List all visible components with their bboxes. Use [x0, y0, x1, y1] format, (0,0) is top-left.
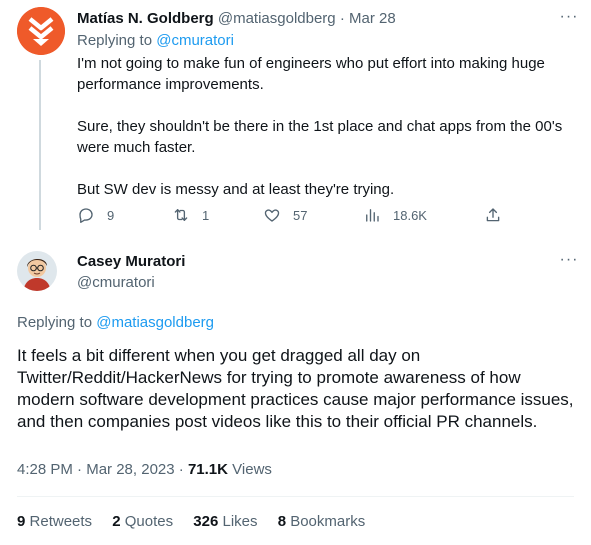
separator: ·: [178, 461, 184, 478]
views-label: Views: [232, 461, 272, 478]
divider: [17, 496, 574, 497]
views-button[interactable]: 18.6K: [363, 204, 427, 226]
author-name[interactable]: Matías N. Goldberg: [77, 10, 214, 27]
tweet-text: It feels a bit different when you get dr…: [17, 346, 574, 431]
views-icon: [366, 209, 379, 222]
replying-to: Replying to @cmuratori: [77, 31, 234, 51]
replying-prefix: Replying to: [77, 32, 153, 49]
retweets-label: Retweets: [29, 513, 93, 530]
more-icon[interactable]: ···: [559, 9, 579, 32]
share-icon: [486, 208, 500, 222]
logo-icon: [17, 7, 65, 55]
views-count: 18.6K: [393, 207, 427, 223]
like-count: 57: [293, 207, 308, 223]
reply-header: Matías N. Goldberg @matiasgoldberg · Mar…: [77, 9, 396, 29]
likes-label: Likes: [222, 513, 258, 530]
tweet-stats: 9 Retweets 2 Quotes 326 Likes 8 Bookmark…: [17, 512, 381, 532]
tweet-meta: 4:28 PM · Mar 28, 2023 · 71.1K Views: [17, 460, 272, 480]
reply-actions: 9 1 57 18.6K: [77, 204, 517, 226]
quotes-stat[interactable]: 2 Quotes: [112, 513, 173, 530]
bookmarks-count: 8: [277, 513, 287, 530]
thread-line: [39, 60, 41, 230]
quotes-count: 2: [112, 513, 121, 530]
tweet-date[interactable]: Mar 28, 2023: [86, 461, 174, 478]
replying-mention[interactable]: @matiasgoldberg: [96, 314, 214, 331]
avatar-casey[interactable]: [17, 251, 57, 291]
replying-to: Replying to @matiasgoldberg: [17, 313, 214, 333]
replying-mention[interactable]: @cmuratori: [156, 32, 234, 49]
likes-stat[interactable]: 326 Likes: [193, 513, 257, 530]
author-handle[interactable]: @cmuratori: [77, 273, 155, 293]
tweet-time[interactable]: 4:28 PM: [17, 461, 73, 478]
views-count: 71.1K: [187, 461, 228, 478]
separator: ·: [77, 461, 83, 478]
bookmarks-stat[interactable]: 8 Bookmarks: [278, 513, 366, 530]
author-handle[interactable]: @matiasgoldberg: [218, 10, 336, 27]
likes-count: 326: [193, 513, 219, 530]
author-name[interactable]: Casey Muratori: [77, 252, 185, 272]
reply-count: 9: [107, 207, 115, 223]
share-button[interactable]: [484, 204, 514, 226]
more-icon[interactable]: ···: [559, 252, 579, 275]
retweets-count: 9: [17, 513, 26, 530]
avatar-matias[interactable]: [17, 7, 65, 55]
like-button[interactable]: 57: [263, 204, 307, 226]
quotes-label: Quotes: [124, 513, 174, 530]
tweet-date[interactable]: Mar 28: [349, 10, 396, 27]
retweet-count: 1: [202, 207, 210, 223]
retweets-stat[interactable]: 9 Retweets: [17, 513, 92, 530]
reply-paragraph: Sure, they shouldn't be there in the 1st…: [77, 118, 563, 156]
reply-icon: [79, 208, 93, 223]
retweet-icon: [174, 209, 188, 221]
like-icon: [264, 209, 280, 222]
reply-text: I'm not going to make fun of engineers w…: [77, 53, 577, 200]
reply-button[interactable]: 9: [77, 204, 114, 226]
avatar-icon: [17, 251, 57, 291]
bookmarks-label: Bookmarks: [290, 513, 366, 530]
replying-prefix: Replying to: [17, 314, 93, 331]
reply-paragraph: I'm not going to make fun of engineers w…: [77, 55, 545, 93]
retweet-button[interactable]: 1: [172, 204, 209, 226]
separator: ·: [339, 10, 345, 27]
reply-paragraph: But SW dev is messy and at least they're…: [77, 181, 395, 198]
